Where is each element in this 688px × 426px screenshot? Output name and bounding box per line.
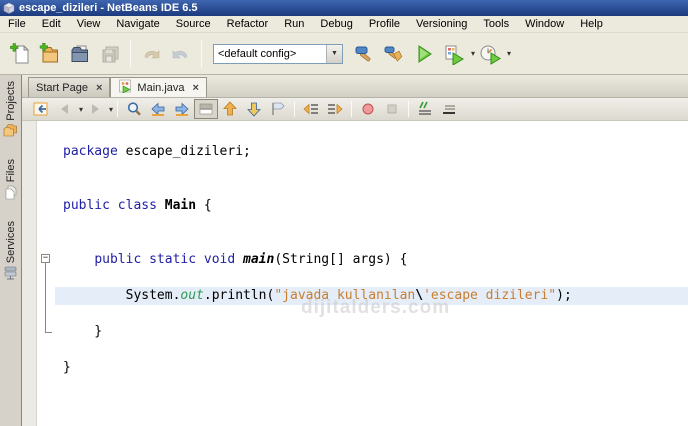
forward-button[interactable]	[83, 99, 107, 119]
code-line[interactable]	[55, 215, 688, 233]
redo-button[interactable]	[166, 39, 196, 69]
editor-gutter	[22, 121, 37, 426]
menu-edit[interactable]: Edit	[34, 16, 69, 32]
shift-line-right-button[interactable]	[323, 99, 347, 119]
window-title: escape_dizileri - NetBeans IDE 6.5	[19, 2, 198, 14]
code-line[interactable]: public static void main(String[] args) {	[55, 251, 688, 269]
next-bookmark-button[interactable]	[242, 99, 266, 119]
sidebar-tab-services-label: Services	[5, 221, 17, 263]
new-file-button[interactable]	[5, 39, 35, 69]
run-project-button[interactable]	[409, 39, 439, 69]
tab-start-page-label: Start Page	[36, 82, 88, 94]
menu-window[interactable]: Window	[517, 16, 572, 32]
files-icon	[4, 185, 18, 205]
stop-macro-recording-button[interactable]	[380, 99, 404, 119]
build-project-button[interactable]	[349, 39, 379, 69]
code-line[interactable]: public class Main {	[55, 197, 688, 215]
fold-line-foot	[45, 332, 52, 333]
uncomment-button[interactable]	[437, 99, 461, 119]
sidebar-tab-services[interactable]: Services	[3, 221, 18, 285]
start-macro-recording-button[interactable]	[356, 99, 380, 119]
menu-debug[interactable]: Debug	[312, 16, 360, 32]
shift-line-left-button[interactable]	[299, 99, 323, 119]
config-dropdown[interactable]: <default config> ▼	[213, 44, 343, 64]
code-line[interactable]	[55, 233, 688, 251]
menu-view[interactable]: View	[69, 16, 109, 32]
previous-bookmark-button[interactable]	[218, 99, 242, 119]
netbeans-logo-icon	[3, 2, 15, 14]
toolbar-separator	[130, 40, 131, 68]
menu-refactor[interactable]: Refactor	[219, 16, 277, 32]
fold-line	[45, 263, 46, 332]
netbeans-window: escape_dizileri - NetBeans IDE 6.5 FileE…	[0, 0, 688, 426]
forward-dropdown-caret-icon[interactable]: ▾	[109, 105, 113, 114]
editor-toolbar-separator	[117, 101, 118, 117]
main-toolbar: <default config> ▼	[0, 33, 688, 75]
watermark: dijitalders.com	[301, 297, 450, 319]
tab-start-page-close-icon[interactable]: ×	[96, 82, 102, 94]
menu-tools[interactable]: Tools	[475, 16, 517, 32]
profile-dropdown-caret-icon[interactable]: ▾	[507, 49, 511, 58]
services-icon	[3, 266, 18, 285]
menu-source[interactable]: Source	[168, 16, 219, 32]
code-line[interactable]: }	[55, 323, 688, 341]
fold-collapse-icon[interactable]: −	[41, 254, 50, 263]
undo-button[interactable]	[136, 39, 166, 69]
menu-bar: FileEditViewNavigateSourceRefactorRunDeb…	[0, 16, 688, 33]
code-line[interactable]	[55, 179, 688, 197]
sidebar-tab-files[interactable]: Files	[4, 159, 18, 205]
projects-icon	[3, 124, 18, 143]
menu-run[interactable]: Run	[276, 16, 312, 32]
back-button[interactable]	[53, 99, 77, 119]
code-line[interactable]: }	[55, 359, 688, 377]
find-next-button[interactable]	[170, 99, 194, 119]
java-class-icon	[118, 79, 132, 96]
fold-column: −	[37, 121, 55, 426]
toolbar-separator	[201, 40, 202, 68]
tab-start-page[interactable]: Start Page ×	[28, 77, 110, 97]
tab-main-java[interactable]: Main.java ×	[110, 77, 207, 97]
debug-project-button[interactable]	[439, 39, 469, 69]
config-dropdown-arrow-icon[interactable]: ▼	[326, 45, 342, 63]
title-bar: escape_dizileri - NetBeans IDE 6.5	[0, 0, 688, 16]
code-line[interactable]	[55, 161, 688, 179]
toggle-bookmark-button[interactable]	[266, 99, 290, 119]
tab-main-java-close-icon[interactable]: ×	[193, 82, 199, 94]
config-dropdown-value: <default config>	[214, 48, 326, 60]
code-line[interactable]	[55, 341, 688, 359]
last-edit-position-button[interactable]	[29, 99, 53, 119]
menu-versioning[interactable]: Versioning	[408, 16, 475, 32]
sidebar-tab-projects-label: Projects	[5, 81, 17, 121]
menu-file[interactable]: File	[0, 16, 34, 32]
editor-toolbar-separator	[351, 101, 352, 117]
code-editor[interactable]: − dijitalders.com package escape_diziler…	[22, 121, 688, 426]
editor-toolbar-separator	[408, 101, 409, 117]
code-line[interactable]	[55, 269, 688, 287]
find-button[interactable]	[122, 99, 146, 119]
profile-project-button[interactable]	[475, 39, 505, 69]
toggle-highlight-search-button[interactable]	[194, 99, 218, 119]
menu-navigate[interactable]: Navigate	[108, 16, 167, 32]
comment-button[interactable]	[413, 99, 437, 119]
find-previous-button[interactable]	[146, 99, 170, 119]
left-sidebar: Projects Files Services	[0, 75, 22, 426]
sidebar-tab-projects[interactable]: Projects	[3, 81, 18, 143]
menu-profile[interactable]: Profile	[361, 16, 408, 32]
sidebar-tab-files-label: Files	[5, 159, 17, 182]
clean-and-build-button[interactable]	[379, 39, 409, 69]
menu-help[interactable]: Help	[572, 16, 611, 32]
editor-toolbar-separator	[294, 101, 295, 117]
document-tab-bar: Start Page × Main.java ×	[22, 75, 688, 97]
open-project-button[interactable]	[65, 39, 95, 69]
editor-toolbar: ▾ ▾	[22, 97, 688, 121]
code-area[interactable]: package escape_dizileri; public class Ma…	[55, 143, 688, 377]
save-all-button[interactable]	[95, 39, 125, 69]
tab-main-java-label: Main.java	[137, 82, 184, 94]
new-project-button[interactable]	[35, 39, 65, 69]
code-line[interactable]: package escape_dizileri;	[55, 143, 688, 161]
